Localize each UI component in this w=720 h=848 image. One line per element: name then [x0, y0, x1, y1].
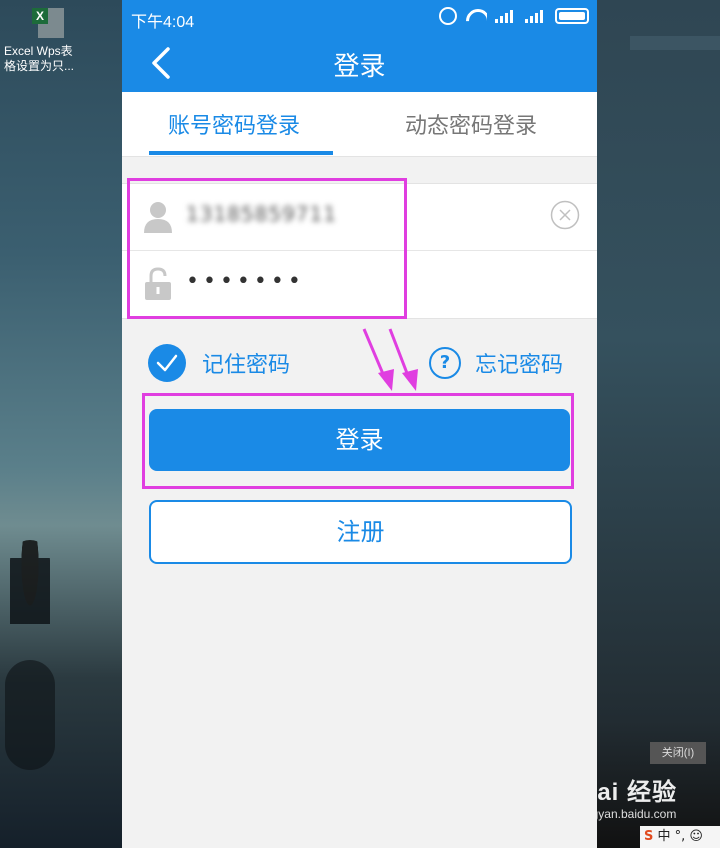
remember-password-toggle[interactable]: 记住密码: [148, 344, 290, 382]
battery-icon: [555, 8, 589, 24]
remember-password-label: 记住密码: [202, 353, 291, 378]
file-label-line1: Excel Wps表: [4, 44, 73, 58]
login-button[interactable]: 登录: [149, 409, 570, 471]
ime-toolbar[interactable]: S 中 °, ☺: [640, 826, 720, 848]
forgot-password-label: 忘记密码: [475, 353, 564, 378]
file-label-line2: 格设置为只...: [4, 59, 75, 73]
clear-icon[interactable]: [550, 200, 580, 230]
status-bar: 下午4:04: [122, 0, 597, 34]
tab-dynamic-password[interactable]: 动态密码登录: [405, 108, 537, 140]
tab-account-password[interactable]: 账号密码登录: [168, 108, 300, 140]
excel-badge: X: [32, 8, 48, 24]
sogou-icon: S: [644, 829, 654, 844]
register-button[interactable]: 注册: [149, 500, 572, 564]
background-window-strip: [597, 0, 720, 848]
alarm-icon: [439, 7, 457, 25]
checkbox-checked-icon[interactable]: [148, 344, 186, 382]
runner-reflection: [5, 660, 55, 770]
ime-status: 中 °, ☺: [657, 829, 703, 844]
desktop-file-shortcut[interactable]: X Excel Wps表 格设置为只...: [4, 8, 114, 74]
status-time: 下午4:04: [131, 14, 195, 31]
close-window-button[interactable]: 关闭(I): [650, 742, 706, 764]
phone-screen: 下午4:04 登录 账号密码登录 动态密码登录 13185859711 ••••…: [122, 0, 597, 848]
credentials-highlight: [127, 178, 407, 319]
wifi-icon: [465, 9, 487, 23]
runner-silhouette: [10, 540, 50, 660]
excel-file-icon: X: [32, 8, 64, 38]
login-tabs: 账号密码登录 动态密码登录: [122, 92, 597, 157]
signal-icon-2: [525, 9, 547, 23]
forgot-password-link[interactable]: ? 忘记密码: [429, 345, 563, 381]
signal-icon: [495, 9, 517, 23]
page-title: 登录: [333, 52, 386, 82]
background-window-bar: [630, 36, 720, 50]
title-bar: 登录: [122, 34, 597, 92]
active-tab-indicator: [149, 151, 333, 155]
annotation-arrows-icon: [362, 328, 418, 391]
question-icon: ?: [429, 347, 461, 379]
